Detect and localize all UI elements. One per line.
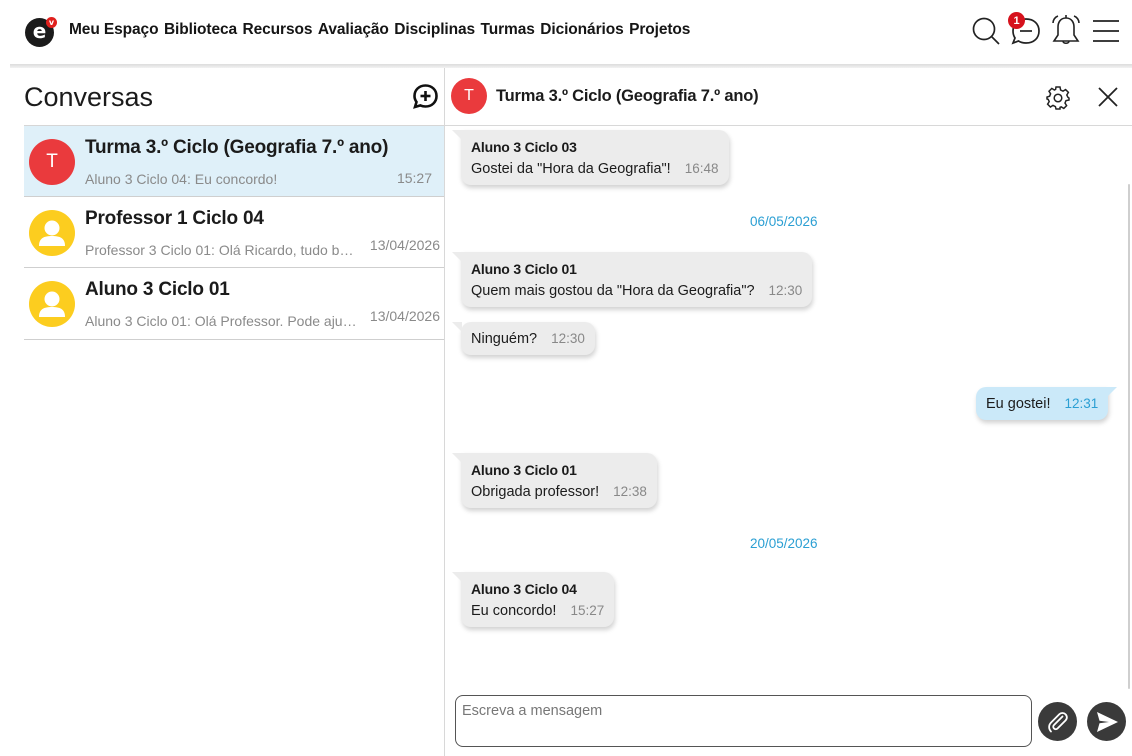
nav-turmas[interactable]: Turmas [481,21,535,39]
nav-meu-espaco[interactable]: Meu Espaço [69,21,159,39]
conversation-item[interactable]: Aluno 3 Ciclo 01 Aluno 3 Ciclo 01: Olá P… [24,268,444,340]
conversation-item[interactable]: T Turma 3.º Ciclo (Geografia 7.º ano) Al… [24,125,444,197]
top-navigation: e v Meu Espaço Biblioteca Recursos Avali… [0,0,1132,64]
conversation-time: 15:27 [396,170,432,186]
nav-disciplinas[interactable]: Disciplinas [394,21,475,39]
conversation-time: 13/04/2026 [369,236,440,253]
chat-title: Turma 3.º Ciclo (Geografia 7.º ano) [496,87,759,105]
message-bubble: Aluno 3 Ciclo 01 Obrigada professor! 12:3… [452,453,657,508]
chat-settings-button[interactable] [1043,83,1073,113]
message-time: 12:31 [1064,396,1099,411]
message-time: 12:30 [551,331,585,346]
conversation-name: Professor 1 Ciclo 04 [85,207,264,229]
message-author: Aluno 3 Ciclo 01 [471,462,577,478]
chat-avatar: T [451,78,487,114]
nav-recursos[interactable]: Recursos [243,21,313,39]
conversation-name: Aluno 3 Ciclo 01 [85,279,230,300]
message-text: Eu gostei! [986,396,1051,412]
scrollbar[interactable] [1128,184,1130,689]
chat-badge: 1 [1008,12,1025,29]
search-button[interactable] [966,12,1006,50]
message-author: Aluno 3 Ciclo 03 [471,139,577,155]
message-list: Aluno 3 Ciclo 03 Gostei da "Hora da Geog… [445,126,1132,691]
nav-projetos[interactable]: Projetos [629,21,690,39]
conversation-last-message: Professor 3 Ciclo 01: Olá Ricardo, tudo … [85,241,357,258]
message-author: Aluno 3 Ciclo 01 [471,261,577,277]
nav-biblioteca[interactable]: Biblioteca [164,21,237,39]
attach-button[interactable] [1038,702,1077,741]
message-bubble: Aluno 3 Ciclo 04 Eu concordo! 15:27 [451,572,615,627]
chat-header: T Turma 3.º Ciclo (Geografia 7.º ano) [445,68,1132,126]
user-avatar-icon [29,281,75,327]
main-menu: Meu Espaço Biblioteca Recursos Avaliação… [69,21,696,39]
close-chat-button[interactable] [1093,82,1123,112]
message-bubble: Ninguém? 12:30 [452,322,595,355]
search-icon [972,17,1000,45]
conversation-name: Turma 3.º Ciclo (Geografia 7.º ano) [85,137,389,158]
logo-letter: e [32,19,47,43]
message-text: Ninguém? [471,331,538,347]
gear-icon [1046,86,1070,110]
menu-icon [1093,20,1119,42]
conversation-item[interactable]: Professor 1 Ciclo 04 Professor 3 Ciclo 0… [24,197,444,268]
send-icon [1096,711,1118,732]
logo-badge: v [46,17,57,28]
message-time: 12:30 [768,283,803,298]
menu-button[interactable] [1086,12,1126,50]
nav-avaliacao[interactable]: Avaliação [318,21,389,39]
nav-dicionarios[interactable]: Dicionários [540,21,623,39]
message-time: 16:48 [684,161,719,176]
bell-icon [1052,15,1080,45]
conversation-avatar: T [29,139,75,185]
conversations-title: Conversas [24,81,154,112]
paperclip-icon [1047,711,1068,732]
message-text: Eu concordo! [471,603,557,619]
message-bubble: Aluno 3 Ciclo 01 Quem mais gostou da "Ho… [451,252,813,307]
chat-panel: T Turma 3.º Ciclo (Geografia 7.º ano) Al… [445,68,1132,756]
message-input[interactable] [455,695,1032,747]
conversations-header: Conversas [24,68,444,125]
message-bubble: Aluno 3 Ciclo 03 Gostei da "Hora da Geog… [452,130,729,185]
message-time: 15:27 [570,603,605,618]
close-icon [1098,87,1118,107]
message-text: Obrigada professor! [471,484,600,500]
notifications-button[interactable] [1046,12,1086,50]
new-conversation-icon [412,84,438,109]
message-text: Quem mais gostou da "Hora da Geografia"? [471,283,755,299]
new-conversation-button[interactable] [410,82,440,112]
conversation-last-message: Aluno 3 Ciclo 04: Eu concordo! [85,171,278,187]
message-composer [445,691,1132,756]
date-separator: 20/05/2026 [750,536,818,551]
conversations-panel: Conversas T Turma 3.º Ciclo (Geografia 7… [0,68,445,756]
conversation-last-message: Aluno 3 Ciclo 01: Olá Professor. Pode aj… [85,313,357,329]
top-icons: 1 [966,12,1126,50]
message-author: Aluno 3 Ciclo 04 [471,581,577,597]
send-button[interactable] [1087,702,1126,741]
message-time: 12:38 [613,484,647,499]
messages-button[interactable]: 1 [1006,12,1046,50]
logo[interactable]: e v [25,17,57,47]
user-avatar-icon [29,209,75,256]
message-bubble-own: Eu gostei! 12:31 [976,387,1118,420]
conversation-list: T Turma 3.º Ciclo (Geografia 7.º ano) Al… [24,125,444,340]
conversation-time: 13/04/2026 [369,308,440,324]
message-text: Gostei da "Hora da Geografia"! [471,161,671,177]
date-separator: 06/05/2026 [750,214,818,229]
